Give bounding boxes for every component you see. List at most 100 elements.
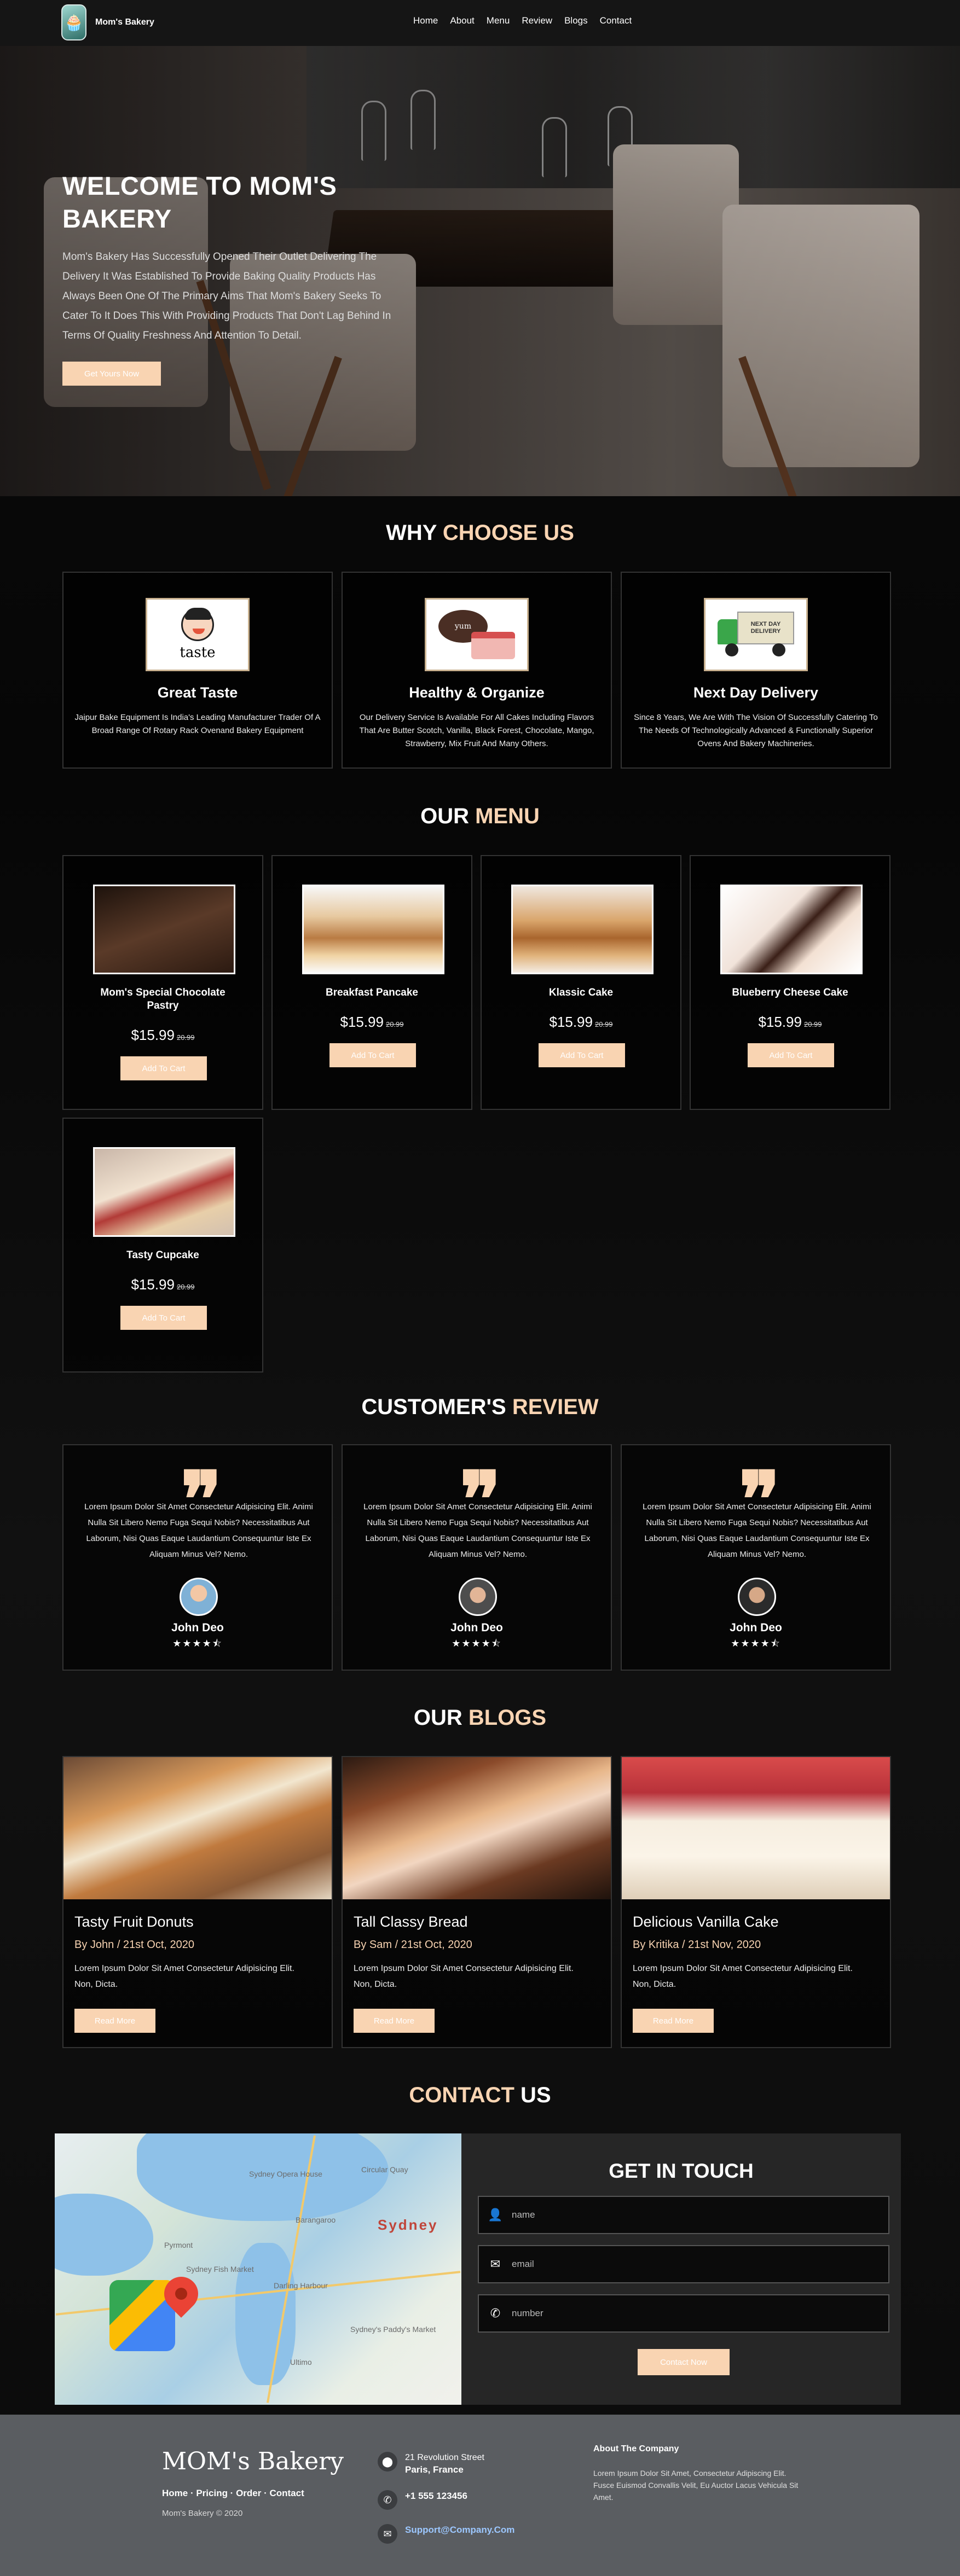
menu-item-name: Klassic Cake [548, 987, 614, 998]
price: $15.99 [131, 1027, 175, 1043]
map-label: Sydney Opera House [249, 2170, 322, 2178]
title-accent: REVIEW [512, 1395, 599, 1419]
avatar [738, 1578, 776, 1616]
blog-title: Delicious Vanilla Cake [633, 1914, 779, 1930]
fruit-donuts-image [63, 1757, 332, 1899]
title-accent: MENU [475, 804, 540, 828]
read-more-button[interactable]: Read More [74, 2009, 155, 2033]
klassic-cake-image [511, 885, 654, 974]
star-rating-icon: ★★★★⯪ [731, 1638, 781, 1649]
nav-links: Home About Menu Review Blogs Contact [413, 15, 644, 26]
add-to-cart-button[interactable]: Add To Cart [329, 1043, 416, 1067]
map-label: Sydney Fish Market [186, 2265, 254, 2273]
email-field[interactable]: ✉ [478, 2245, 889, 2283]
nav-home[interactable]: Home [413, 15, 438, 26]
name-input[interactable] [512, 2209, 873, 2220]
google-map[interactable]: Sydney Opera House Circular Quay Baranga… [55, 2133, 461, 2405]
map-label: Barangaroo [296, 2216, 336, 2224]
price: $15.99 [340, 1014, 384, 1030]
contact-us-title: CONTACT US [0, 2083, 960, 2108]
nav-contact[interactable]: Contact [600, 15, 632, 26]
brand[interactable]: 🧁 Mom's Bakery [61, 4, 154, 40]
hero-text: WELCOME TO MOM'S BAKERY Mom's Bakery Has… [62, 170, 402, 346]
add-to-cart-button[interactable]: Add To Cart [539, 1043, 625, 1067]
number-field[interactable]: ✆ [478, 2294, 889, 2333]
why-description: Since 8 Years, We Are With The Vision Of… [634, 713, 878, 748]
get-yours-now-button[interactable]: Get Yours Now [62, 362, 161, 386]
vanilla-cake-image [622, 1757, 890, 1899]
chocolate-pastry-image [93, 885, 235, 974]
hero-section: WELCOME TO MOM'S BAKERY Mom's Bakery Has… [0, 46, 960, 496]
name-field[interactable]: 👤 [478, 2196, 889, 2234]
title-white: OUR [413, 1706, 469, 1730]
map-label: Sydney's Paddy's Market [350, 2325, 436, 2334]
nav-blogs[interactable]: Blogs [564, 15, 588, 26]
our-blogs-title: OUR BLOGS [0, 1706, 960, 1730]
add-to-cart-button[interactable]: Add To Cart [120, 1056, 207, 1080]
review-text: Lorem Ipsum Dolor Sit Amet Consectetur A… [643, 1502, 871, 1559]
email-link[interactable]: Support@Company.Com [405, 2525, 514, 2535]
page: 🧁 Mom's Bakery Home About Menu Review Bl… [0, 0, 960, 2576]
footer-copyright: Mom's Bakery © 2020 [162, 2509, 243, 2518]
add-to-cart-button[interactable]: Add To Cart [120, 1306, 207, 1330]
map-label: Circular Quay [361, 2165, 408, 2174]
envelope-icon: ✉ [490, 2257, 501, 2271]
menu-card: Blueberry Cheese Cake $15.99 20.99 Add To… [690, 855, 890, 1110]
nav-about[interactable]: About [450, 15, 474, 26]
nav-review[interactable]: Review [522, 15, 552, 26]
menu-item-name: Blueberry Cheese Cake [732, 987, 848, 998]
review-text: Lorem Ipsum Dolor Sit Amet Consectetur A… [363, 1502, 592, 1559]
footer-links[interactable]: Home · Pricing · Order · Contact [162, 2488, 304, 2499]
blog-card: Tall Classy Bread By Sam / 21st Oct, 202… [342, 1756, 612, 2048]
email-input[interactable] [512, 2259, 873, 2270]
reviewer-name: John Deo [450, 1621, 503, 1634]
blog-meta: By Kritika / 21st Nov, 2020 [633, 1939, 761, 1951]
blog-meta: By John / 21st Oct, 2020 [74, 1939, 195, 1951]
menu-price: $15.99 20.99 [63, 1276, 262, 1293]
menu-price: $15.99 20.99 [273, 1014, 471, 1031]
old-price: 20.99 [176, 1283, 195, 1291]
why-description: Our Delivery Service Is Available For Al… [359, 713, 594, 748]
map-label: Darling Harbour [274, 2281, 328, 2290]
price: $15.99 [758, 1014, 802, 1030]
footer-phone: ✆ +1 555 123456 [378, 2490, 467, 2510]
contact-form: GET IN TOUCH 👤 ✉ ✆ Contact Now [461, 2133, 901, 2405]
blog-title: Tall Classy Bread [354, 1914, 468, 1930]
read-more-button[interactable]: Read More [633, 2009, 714, 2033]
add-to-cart-button[interactable]: Add To Cart [748, 1043, 834, 1067]
contact-now-button[interactable]: Contact Now [638, 2349, 730, 2375]
map-city-label: Sydney [378, 2217, 438, 2233]
menu-card: Mom's Special Chocolate Pastry $15.99 20.… [62, 855, 263, 1110]
footer-address: ⬤ 21 Revolution Street Paris, France [378, 2452, 484, 2476]
review-card: ❞ Lorem Ipsum Dolor Sit Amet Consectetur… [62, 1444, 333, 1671]
title-white: US [514, 2083, 551, 2107]
reviewer-name: John Deo [171, 1621, 224, 1634]
menu-price: $15.99 20.99 [691, 1014, 889, 1031]
old-price: 20.99 [385, 1020, 404, 1028]
hero-description: Mom's Bakery Has Successfully Opened The… [62, 251, 391, 341]
taste-image-text: taste [180, 644, 216, 661]
why-card-delivery: NEXT DAY DELIVERY Next Day Delivery Sinc… [621, 572, 891, 769]
review-card: ❞ Lorem Ipsum Dolor Sit Amet Consectetur… [342, 1444, 612, 1671]
number-input[interactable] [512, 2308, 873, 2319]
why-title: Great Taste [157, 684, 238, 701]
menu-card: Klassic Cake $15.99 20.99 Add To Cart [481, 855, 681, 1110]
form-title: GET IN TOUCH [609, 2160, 754, 2182]
title-white: WHY [386, 521, 443, 545]
price: $15.99 [131, 1276, 175, 1293]
our-menu-title: OUR MENU [0, 804, 960, 829]
why-card-great-taste: taste Great Taste Jaipur Bake Equipment … [62, 572, 333, 769]
hero-title: WELCOME TO MOM'S BAKERY [62, 171, 337, 233]
blog-description: Lorem Ipsum Dolor Sit Amet Consectetur A… [633, 1964, 853, 1989]
read-more-button[interactable]: Read More [354, 2009, 435, 2033]
user-icon: 👤 [488, 2208, 503, 2222]
blog-card: Tasty Fruit Donuts By John / 21st Oct, 2… [62, 1756, 333, 2048]
nav-menu[interactable]: Menu [487, 15, 510, 26]
blog-description: Lorem Ipsum Dolor Sit Amet Consectetur A… [74, 1964, 294, 1989]
delivery-truck-icon: NEXT DAY DELIVERY [704, 598, 808, 671]
old-price: 20.99 [803, 1020, 822, 1028]
menu-price: $15.99 20.99 [482, 1014, 680, 1031]
why-choose-us-title: WHY CHOOSE US [0, 521, 960, 545]
why-title: Healthy & Organize [409, 684, 545, 701]
taste-icon: taste [146, 598, 250, 671]
